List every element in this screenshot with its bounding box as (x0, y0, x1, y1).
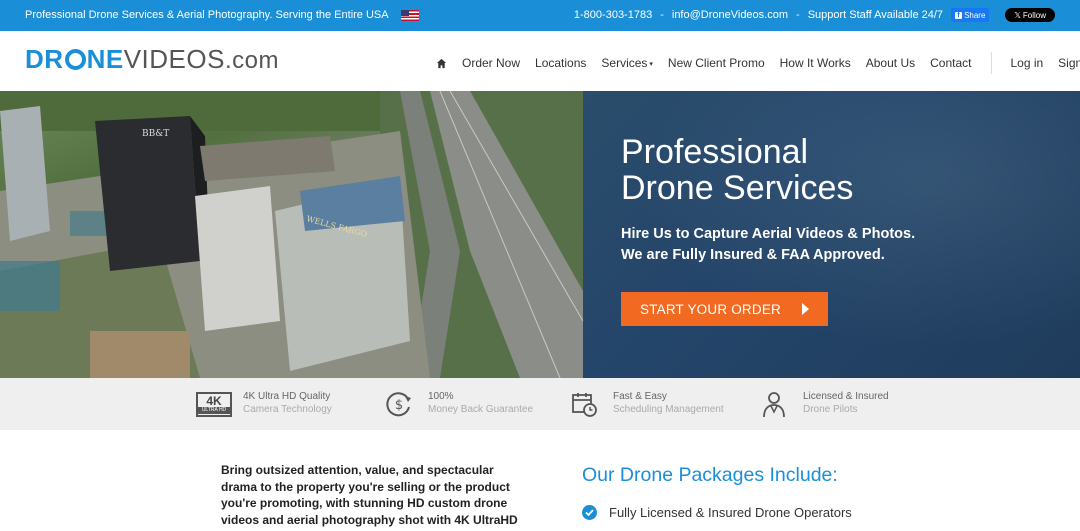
hero-title-line1: Professional (621, 133, 809, 171)
nav-services-label: Services (601, 56, 648, 70)
facebook-icon: f (955, 11, 963, 19)
usa-flag-icon (400, 9, 419, 21)
facebook-share-button[interactable]: f Share (951, 8, 990, 22)
nav-order-now[interactable]: Order Now (462, 56, 520, 70)
signup-link[interactable]: Sign up (1058, 56, 1080, 70)
top-bar-left: Professional Drone Services & Aerial Pho… (25, 9, 419, 21)
hero-sub-line2: We are Fully Insured & FAA Approved. (621, 247, 885, 263)
site-logo[interactable]: DR NEVIDEOS.com (25, 44, 279, 75)
check-circle-icon (582, 505, 597, 520)
package-list-item: Fully Licensed & Insured Drone Operators (582, 505, 852, 520)
svg-text:$: $ (395, 398, 403, 413)
logo-dr: DR (25, 44, 64, 74)
dollar-refund-icon: $ (380, 390, 418, 418)
start-order-button[interactable]: START YOUR ORDER (621, 292, 828, 326)
calendar-clock-icon (565, 390, 603, 418)
feature-4k: 4K ULTRA HD 4K Ultra HD Quality Camera Te… (195, 390, 332, 418)
feature-scheduling: Fast & Easy Scheduling Management (565, 390, 724, 418)
support-text: Support Staff Available 24/7 (807, 9, 944, 21)
aerial-scene-illustration: BB&T WELLS FARGO (0, 91, 583, 378)
feature-desc: Scheduling Management (613, 404, 724, 415)
email-link[interactable]: info@DroneVideos.com (672, 9, 788, 21)
hero-sub-line1: Hire Us to Capture Aerial Videos & Photo… (621, 226, 916, 242)
main-nav: Order Now Locations Services ▾ New Client… (436, 52, 1080, 74)
feature-title: 4K Ultra HD Quality (243, 391, 331, 402)
x-icon: 𝕏 (1014, 10, 1021, 20)
site-header: DR NEVIDEOS.com Order Now Locations Servi… (0, 31, 1080, 91)
logo-ne: NE (86, 44, 124, 74)
separator: - (660, 9, 664, 21)
badge-ultrahd-text: ULTRA HD (198, 406, 230, 414)
packages-heading: Our Drone Packages Include: (582, 464, 838, 486)
feature-licensed: Licensed & Insured Drone Pilots (755, 390, 889, 418)
nav-locations[interactable]: Locations (535, 56, 586, 70)
share-label: Share (964, 10, 986, 20)
pilot-icon (755, 390, 793, 418)
logo-propeller-icon (64, 49, 86, 70)
nav-new-client-promo[interactable]: New Client Promo (668, 56, 765, 70)
hero-section: BB&T WELLS FARGO (0, 91, 1080, 378)
top-bar-right: 1-800-303-1783 - info@DroneVideos.com - … (574, 7, 1055, 23)
feature-title: Licensed & Insured (803, 391, 889, 402)
feature-money-back: $ 100% Money Back Guarantee (380, 390, 533, 418)
aerial-city-photo: BB&T WELLS FARGO (0, 91, 583, 378)
package-item-label: Fully Licensed & Insured Drone Operators (609, 505, 852, 520)
intro-text: Bring outsized attention, value, and spe… (221, 463, 518, 527)
logo-dotcom: .com (224, 47, 279, 74)
badge-4k-text: 4K (206, 393, 222, 408)
hero-title: Professional Drone Services (621, 134, 853, 206)
feature-desc: Money Back Guarantee (428, 404, 534, 415)
feature-desc: Drone Pilots (803, 404, 858, 415)
nav-how-it-works[interactable]: How It Works (780, 56, 851, 70)
logo-videos: VIDEOS (123, 44, 225, 74)
start-order-label: START YOUR ORDER (640, 301, 781, 317)
login-link[interactable]: Log in (1010, 56, 1043, 70)
nav-divider (991, 52, 993, 74)
nav-contact[interactable]: Contact (930, 56, 971, 70)
features-strip: 4K ULTRA HD 4K Ultra HD Quality Camera Te… (0, 378, 1080, 430)
x-follow-button[interactable]: 𝕏 Follow (1005, 8, 1055, 22)
follow-label: Follow (1022, 10, 1046, 20)
tagline: Professional Drone Services & Aerial Pho… (25, 9, 389, 21)
hero-title-line2: Drone Services (621, 169, 854, 207)
top-bar: Professional Drone Services & Aerial Pho… (0, 0, 1080, 31)
phone-link[interactable]: 1-800-303-1783 (574, 9, 652, 21)
chevron-down-icon: ▾ (649, 60, 653, 68)
play-arrow-icon (802, 303, 809, 315)
4k-badge-icon: 4K ULTRA HD (195, 390, 233, 418)
hero-subtitle: Hire Us to Capture Aerial Videos & Photo… (621, 224, 915, 266)
nav-about-us[interactable]: About Us (866, 56, 915, 70)
feature-desc: Camera Technology (243, 404, 332, 415)
bbt-sign: BB&T (142, 129, 169, 139)
feature-title: 100% (428, 391, 454, 402)
separator: - (796, 9, 800, 21)
home-icon[interactable] (436, 58, 447, 69)
feature-title: Fast & Easy (613, 391, 667, 402)
nav-services[interactable]: Services ▾ (601, 56, 653, 70)
